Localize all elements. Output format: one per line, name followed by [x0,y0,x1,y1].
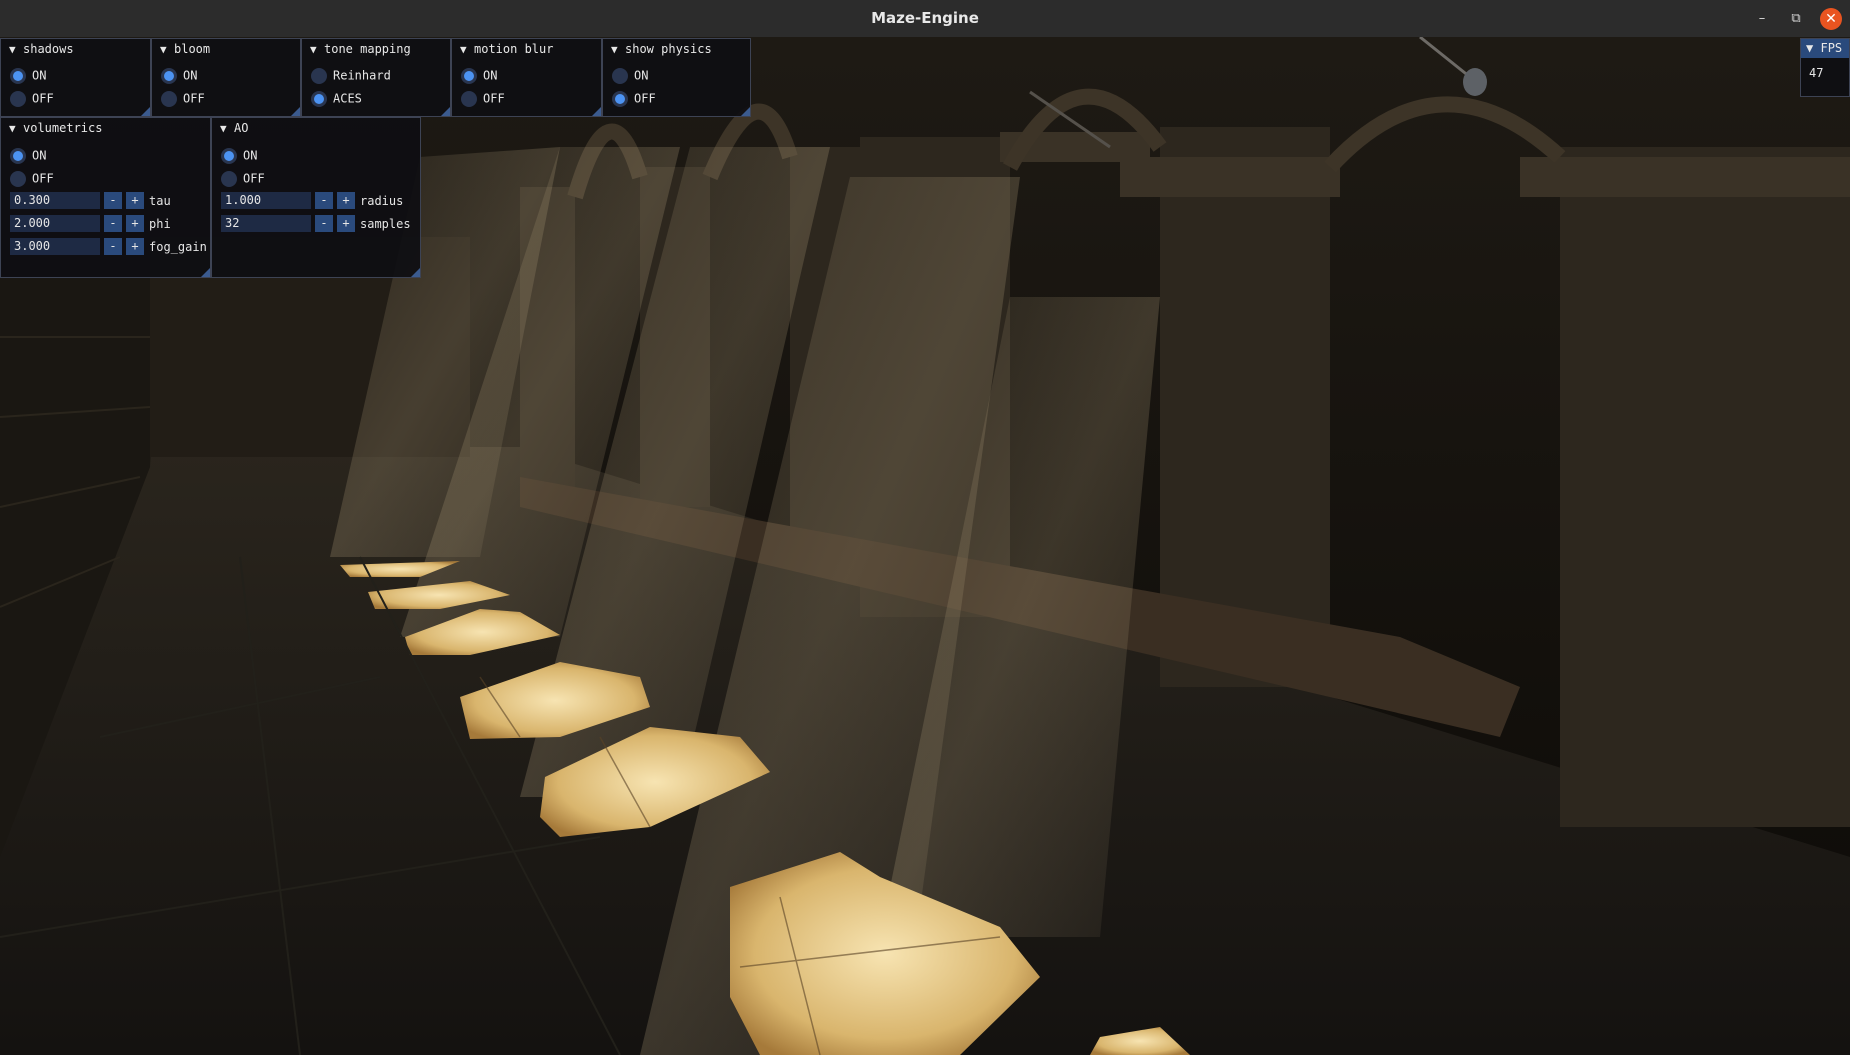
radio-volumetrics-off[interactable]: OFF [10,169,54,187]
radio-bloom-off[interactable]: OFF [161,89,205,107]
radio-button-icon[interactable] [10,90,26,107]
panel-show-physics[interactable]: ▼ show physics ON OFF [602,38,751,117]
phi-decrement-button[interactable]: - [104,215,122,232]
radio-shadows-on[interactable]: ON [10,66,46,84]
radio-button-icon[interactable] [10,170,26,187]
radius-label: radius [360,193,404,208]
phi-stepper[interactable]: 2.000- + phi [10,215,171,234]
radio-button-icon[interactable] [221,170,237,187]
samples-input[interactable]: 32 [221,215,311,232]
radio-button-icon[interactable] [311,90,327,107]
collapse-triangle-icon[interactable]: ▼ [220,119,234,139]
resize-grip[interactable] [141,107,150,116]
resize-grip[interactable] [411,268,420,277]
fog-gain-label: fog_gain [149,239,207,254]
radio-tone-aces[interactable]: ACES [311,89,362,107]
radio-button-icon[interactable] [461,67,477,84]
resize-grip[interactable] [291,107,300,116]
radio-shadows-off[interactable]: OFF [10,89,54,107]
radius-increment-button[interactable]: + [337,192,355,209]
panel-header-fps[interactable]: ▼ FPS [1801,39,1849,58]
panel-fps[interactable]: ▼ FPS 47 [1800,38,1850,97]
panel-shadows[interactable]: ▼ shadows ON OFF [0,38,151,117]
collapse-triangle-icon[interactable]: ▼ [310,40,324,60]
minimize-icon[interactable]: – [1751,8,1773,30]
radio-button-icon[interactable] [461,90,477,107]
fps-value: 47 [1809,66,1824,80]
samples-increment-button[interactable]: + [337,215,355,232]
radio-ao-off[interactable]: OFF [221,169,265,187]
tau-input[interactable]: 0.300 [10,192,100,209]
panel-header-shadows[interactable]: ▼ shadows [1,39,150,59]
panel-ao[interactable]: ▼ AO ON OFF 1.000- + radius 32- + samples [211,117,421,278]
tau-label: tau [149,193,171,208]
resize-grip[interactable] [741,107,750,116]
window-titlebar[interactable]: Maze-Engine – ⧉ ✕ [0,0,1850,38]
radio-button-icon[interactable] [612,90,628,107]
collapse-triangle-icon[interactable]: ▼ [611,40,625,60]
panel-bloom[interactable]: ▼ bloom ON OFF [151,38,301,117]
panel-header-motion-blur[interactable]: ▼ motion blur [452,39,601,59]
panel-tone-mapping[interactable]: ▼ tone mapping Reinhard ACES [301,38,451,117]
samples-stepper[interactable]: 32- + samples [221,215,411,234]
radio-show-physics-off[interactable]: OFF [612,89,656,107]
resize-grip[interactable] [592,107,601,116]
fog-gain-stepper[interactable]: 3.000- + fog_gain [10,238,207,257]
radio-volumetrics-on[interactable]: ON [10,146,46,164]
radio-bloom-on[interactable]: ON [161,66,197,84]
radio-motion-blur-off[interactable]: OFF [461,89,505,107]
radius-input[interactable]: 1.000 [221,192,311,209]
tau-decrement-button[interactable]: - [104,192,122,209]
collapse-triangle-icon[interactable]: ▼ [9,119,23,139]
fog-gain-decrement-button[interactable]: - [104,238,122,255]
restore-icon[interactable]: ⧉ [1785,8,1807,30]
radio-button-icon[interactable] [10,147,26,164]
radio-button-icon[interactable] [311,67,327,84]
radio-button-icon[interactable] [161,67,177,84]
panel-volumetrics[interactable]: ▼ volumetrics ON OFF 0.300- + tau 2.000- + ph… [0,117,211,278]
collapse-triangle-icon[interactable]: ▼ [160,40,174,60]
radio-ao-on[interactable]: ON [221,146,257,164]
radio-button-icon[interactable] [612,67,628,84]
resize-grip[interactable] [441,107,450,116]
phi-label: phi [149,216,171,231]
phi-increment-button[interactable]: + [126,215,144,232]
samples-label: samples [360,216,411,231]
radio-show-physics-on[interactable]: ON [612,66,648,84]
collapse-triangle-icon[interactable]: ▼ [460,40,474,60]
radio-button-icon[interactable] [221,147,237,164]
tau-increment-button[interactable]: + [126,192,144,209]
radio-button-icon[interactable] [10,67,26,84]
collapse-triangle-icon[interactable]: ▼ [9,40,23,60]
window-title: Maze-Engine [871,9,979,27]
samples-decrement-button[interactable]: - [315,215,333,232]
radio-button-icon[interactable] [161,90,177,107]
panel-header-show-physics[interactable]: ▼ show physics [603,39,750,59]
panel-header-ao[interactable]: ▼ AO [212,118,420,138]
radio-motion-blur-on[interactable]: ON [461,66,497,84]
panel-motion-blur[interactable]: ▼ motion blur ON OFF [451,38,602,117]
panel-header-bloom[interactable]: ▼ bloom [152,39,300,59]
panel-header-tone-mapping[interactable]: ▼ tone mapping [302,39,450,59]
phi-input[interactable]: 2.000 [10,215,100,232]
radio-tone-reinhard[interactable]: Reinhard [311,66,391,84]
tau-stepper[interactable]: 0.300- + tau [10,192,171,211]
fog-gain-increment-button[interactable]: + [126,238,144,255]
radius-decrement-button[interactable]: - [315,192,333,209]
close-icon[interactable]: ✕ [1820,8,1842,30]
radius-stepper[interactable]: 1.000- + radius [221,192,403,211]
collapse-triangle-icon[interactable]: ▼ [1806,41,1813,55]
fog-gain-input[interactable]: 3.000 [10,238,100,255]
panel-header-volumetrics[interactable]: ▼ volumetrics [1,118,210,138]
resize-grip[interactable] [201,268,210,277]
